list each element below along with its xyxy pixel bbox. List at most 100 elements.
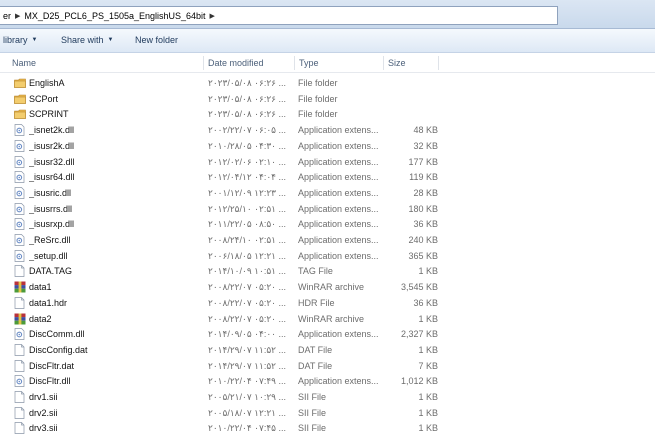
column-header-date[interactable]: Date modified <box>204 53 294 73</box>
dll-icon <box>14 124 25 136</box>
folder-icon <box>14 77 26 89</box>
file-date-modified: ۲۰۰۱/۱۲/۰۹ ۱۲:۲۳ ... <box>208 187 287 198</box>
column-header-name[interactable]: Name <box>8 53 203 73</box>
file-name: _isusr64.dll <box>29 172 75 183</box>
file-size: 1 KB <box>418 407 438 418</box>
dll-icon <box>14 328 25 341</box>
file-size: 177 KB <box>408 156 438 167</box>
file-icon <box>14 296 25 309</box>
file-row[interactable]: EnglishA ۲۰۲۳/۰۵/۰۸ ۰۶:۲۶ ... File folder <box>0 76 655 92</box>
file-type: Application extens... <box>298 250 379 261</box>
file-type: SII File <box>298 392 327 402</box>
file-row[interactable]: _setup.dll ۲۰۰۶/۱۸/۰۵ ۱۲:۲۱ ... Applicatio… <box>0 249 655 265</box>
new-folder-button[interactable]: New folder <box>135 35 178 45</box>
file-date-modified: ۲۰۲۳/۰۵/۰۸ ۰۶:۲۶ ... <box>208 78 287 88</box>
file-size: 36 KB <box>413 297 438 308</box>
file-date-modified: ۲۰۲۳/۰۵/۰۸ ۰۶:۲۶ ... <box>208 93 287 104</box>
share-with-label: Share with <box>61 35 104 45</box>
file-name: _isusr32.dll <box>29 156 75 167</box>
file-row[interactable]: DiscFltr.dll ۲۰۱۰/۲۲/۰۴ ۰۷:۴۹ ... Applicat… <box>0 374 655 390</box>
file-size: 36 KB <box>413 219 438 230</box>
file-date-modified: ۲۰۱۲/۰۲/۰۶ ۰۲:۱۰ ... <box>208 156 287 167</box>
file-row[interactable]: _isusr2k.dll ۲۰۱۰/۲۸/۰۵ ۰۴:۳۰ ... Applicat… <box>0 139 655 155</box>
dll-icon <box>14 139 25 152</box>
file-size: 28 KB <box>413 187 438 198</box>
include-in-library-button[interactable]: library ▼ <box>3 35 37 45</box>
file-row[interactable]: DiscFltr.dat ۲۰۱۴/۲۹/۰۷ ۱۱:۵۲ ... DAT File… <box>0 359 655 375</box>
address-separator-icon[interactable]: ▶ <box>210 12 215 20</box>
file-row[interactable]: drv3.sii ۲۰۱۰/۲۲/۰۴ ۰۷:۴۵ ... SII File 1 KB <box>0 421 655 437</box>
file-icon <box>14 359 25 372</box>
file-type: Application extens... <box>298 125 379 136</box>
file-icon <box>14 265 25 278</box>
address-separator-icon[interactable]: ▶ <box>15 12 20 20</box>
file-icon <box>14 422 25 435</box>
address-field[interactable]: er ▶ MX_D25_PCL6_PS_1505a_EnglishUS_64bi… <box>0 6 558 25</box>
file-date-modified: ۲۰۱۴/۰۹/۰۵ ۰۴:۰۰ ... <box>208 329 287 340</box>
file-date-modified: ۲۰۰۵/۱۸/۰۷ ۱۲:۲۱ ... <box>208 407 287 418</box>
file-type: Application extens... <box>298 329 379 340</box>
file-row[interactable]: _isusr64.dll ۲۰۱۲/۰۴/۱۲ ۰۴:۰۴ ... Applicat… <box>0 170 655 186</box>
winrar-icon <box>14 281 26 293</box>
file-type: DAT File <box>298 344 333 355</box>
share-with-button[interactable]: Share with ▼ <box>61 35 113 45</box>
file-type: DAT File <box>298 360 333 371</box>
chevron-down-icon: ▼ <box>31 37 38 43</box>
address-segment[interactable]: MX_D25_PCL6_PS_1505a_EnglishUS_64bit <box>24 11 205 21</box>
address-bar: er ▶ MX_D25_PCL6_PS_1505a_EnglishUS_64bi… <box>0 0 655 29</box>
column-header-size[interactable]: Size <box>384 53 438 73</box>
file-type: SII File <box>298 423 327 434</box>
file-date-modified: ۲۰۱۴/۲۹/۰۷ ۱۱:۵۲ ... <box>208 360 287 371</box>
chevron-down-icon: ▼ <box>107 37 114 43</box>
folder-icon <box>14 93 26 105</box>
file-name: _isusrxp.dll <box>29 219 75 230</box>
file-name: DATA.TAG <box>29 266 73 277</box>
column-header-type[interactable]: Type <box>295 53 383 73</box>
file-row[interactable]: _isusr32.dll ۲۰۱۲/۰۲/۰۶ ۰۲:۱۰ ... Applicat… <box>0 155 655 171</box>
folder-icon <box>14 108 26 120</box>
file-size: 1 KB <box>418 266 438 277</box>
column-divider[interactable] <box>438 56 439 70</box>
file-icon <box>14 344 25 356</box>
dll-icon <box>14 218 25 231</box>
file-type: Application extens... <box>298 376 379 387</box>
file-row[interactable]: SCPort ۲۰۲۳/۰۵/۰۸ ۰۶:۲۶ ... File folder <box>0 92 655 108</box>
file-date-modified: ۲۰۰۵/۲۱/۰۷ ۱۰:۲۹ ... <box>208 392 287 402</box>
file-name: _ReSrc.dll <box>29 235 71 245</box>
file-row[interactable]: _isusric.dll ۲۰۰۱/۱۲/۰۹ ۱۲:۲۳ ... Applicat… <box>0 186 655 202</box>
file-date-modified: ۲۰۱۰/۲۲/۰۴ ۰۷:۴۹ ... <box>208 376 287 387</box>
file-row[interactable]: _isusrrs.dll ۲۰۱۲/۲۵/۱۰ ۰۲:۵۱ ... Applicat… <box>0 202 655 218</box>
file-date-modified: ۲۰۲۳/۰۵/۰۸ ۰۶:۲۶ ... <box>208 109 287 120</box>
file-row[interactable]: data2 ۲۰۰۸/۲۲/۰۷ ۰۵:۲۰ ... WinRAR archive 1… <box>0 312 655 328</box>
file-row[interactable]: data1.hdr ۲۰۰۸/۲۲/۰۷ ۰۵:۲۰ ... HDR File 36 … <box>0 296 655 312</box>
file-type: Application extens... <box>298 203 379 214</box>
file-date-modified: ۲۰۰۸/۲۲/۰۷ ۰۵:۲۰ ... <box>208 297 287 308</box>
file-row[interactable]: data1 ۲۰۰۸/۲۲/۰۷ ۰۵:۲۰ ... WinRAR archive 3… <box>0 280 655 296</box>
file-name: _setup.dll <box>29 250 68 261</box>
file-size: 7 KB <box>418 360 438 371</box>
file-size: 240 KB <box>408 235 438 245</box>
address-partial-segment[interactable]: er <box>3 11 11 21</box>
file-row[interactable]: _isnet2k.dll ۲۰۰۲/۲۲/۰۷ ۰۶:۰۵ ... Applicat… <box>0 123 655 139</box>
file-date-modified: ۲۰۱۰/۲۸/۰۵ ۰۴:۳۰ ... <box>208 140 287 151</box>
file-row[interactable]: _isusrxp.dll ۲۰۱۱/۲۲/۰۵ ۰۸:۵۰ ... Applicat… <box>0 217 655 233</box>
file-date-modified: ۲۰۰۸/۲۴/۱۰ ۰۲:۵۱ ... <box>208 235 287 245</box>
file-row[interactable]: DiscComm.dll ۲۰۱۴/۰۹/۰۵ ۰۴:۰۰ ... Applicat… <box>0 327 655 343</box>
file-date-modified: ۲۰۱۰/۲۲/۰۴ ۰۷:۴۵ ... <box>208 423 287 434</box>
file-type: TAG File <box>298 266 333 277</box>
dll-icon <box>14 155 25 168</box>
file-row[interactable]: SCPRINT ۲۰۲۳/۰۵/۰۸ ۰۶:۲۶ ... File folder <box>0 107 655 123</box>
dll-icon <box>14 375 25 388</box>
file-size: 3,545 KB <box>400 282 438 293</box>
file-row[interactable]: DATA.TAG ۲۰۱۴/۱۰/۰۹ ۱۰:۵۱ ... TAG File 1 KB <box>0 264 655 280</box>
library-label: library <box>3 35 28 45</box>
file-row[interactable]: _ReSrc.dll ۲۰۰۸/۲۴/۱۰ ۰۲:۵۱ ... Applicatio… <box>0 233 655 249</box>
file-date-modified: ۲۰۰۸/۲۲/۰۷ ۰۵:۲۰ ... <box>208 282 287 293</box>
file-row[interactable]: drv1.sii ۲۰۰۵/۲۱/۰۷ ۱۰:۲۹ ... SII File 1 KB <box>0 390 655 406</box>
file-type: File folder <box>298 109 338 120</box>
file-row[interactable]: drv2.sii ۲۰۰۵/۱۸/۰۷ ۱۲:۲۱ ... SII File 1 KB <box>0 406 655 422</box>
file-name: DiscConfig.dat <box>29 344 88 355</box>
file-size: 32 KB <box>413 140 438 151</box>
file-type: Application extens... <box>298 219 379 230</box>
file-row[interactable]: DiscConfig.dat ۲۰۱۴/۲۹/۰۷ ۱۱:۵۲ ... DAT Fi… <box>0 343 655 359</box>
